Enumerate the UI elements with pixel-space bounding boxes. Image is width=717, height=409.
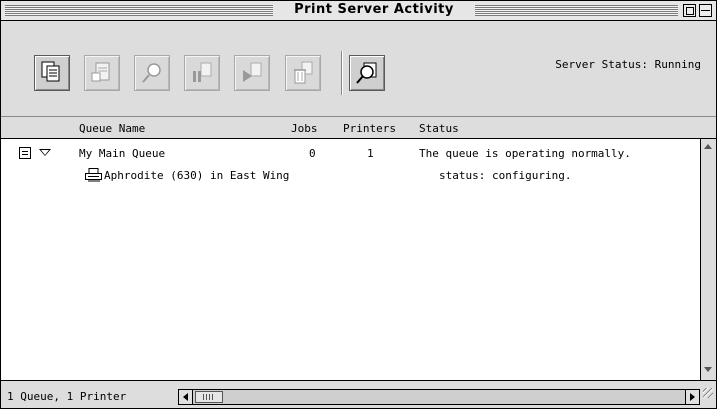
zoom-box-button[interactable] — [683, 4, 696, 17]
toolbar: Server Status: Running — [1, 21, 716, 117]
server-status-text: Server Status: Running — [555, 58, 701, 71]
title-bar-stripes — [5, 5, 273, 16]
queue-row[interactable]: My Main Queue 0 1 The queue is operating… — [1, 143, 700, 165]
queue-name: My Main Queue — [79, 147, 166, 160]
document-icon — [91, 62, 110, 82]
column-printers[interactable]: Printers — [343, 122, 396, 135]
resume-button[interactable] — [234, 55, 270, 91]
queue-jobs: 0 — [309, 147, 316, 160]
queue-list-icon — [19, 147, 31, 159]
title-bar[interactable]: Print Server Activity — [1, 1, 716, 21]
toolbar-separator — [341, 51, 343, 95]
queue-summary: 1 Queue, 1 Printer — [7, 390, 127, 403]
printer-row[interactable]: Aphrodite (630) in East Wing status: con… — [1, 165, 700, 187]
documents-icon — [41, 61, 60, 82]
play-icon — [243, 62, 262, 82]
magnifier-icon — [356, 62, 377, 84]
trash-icon — [294, 61, 313, 84]
horizontal-scrollbar[interactable] — [178, 389, 700, 405]
title-bar-stripes — [475, 5, 678, 16]
print-server-window: Print Server Activity Server Status: Run… — [0, 0, 717, 409]
scroll-left-button[interactable] — [179, 390, 193, 404]
bottom-bar: 1 Queue, 1 Printer — [1, 380, 716, 408]
column-queue-name[interactable]: Queue Name — [79, 122, 145, 135]
queue-printers: 1 — [367, 147, 374, 160]
column-header: Queue Name Jobs Printers Status — [1, 118, 716, 139]
delete-button[interactable] — [285, 55, 321, 91]
scroll-down-button[interactable] — [701, 362, 716, 377]
queue-status: The queue is operating normally. — [419, 147, 631, 160]
window-title: Print Server Activity — [294, 2, 454, 17]
disclosure-triangle-icon[interactable] — [39, 149, 51, 156]
queue-list[interactable]: My Main Queue 0 1 The queue is operating… — [1, 139, 700, 380]
new-queue-button[interactable] — [84, 55, 120, 91]
scroll-up-button[interactable] — [701, 139, 716, 154]
magnifier-icon — [142, 63, 161, 83]
down-arrow-icon — [704, 367, 712, 372]
column-status[interactable]: Status — [419, 122, 459, 135]
pause-icon — [193, 62, 212, 82]
printer-status: status: configuring. — [439, 169, 572, 182]
up-arrow-icon — [704, 144, 712, 149]
scroll-thumb[interactable] — [195, 391, 223, 403]
printer-name: Aphrodite (630) in East Wing — [104, 169, 290, 182]
resize-grip-icon[interactable] — [700, 381, 716, 407]
vertical-scrollbar[interactable] — [700, 139, 716, 380]
queue-info-button[interactable] — [34, 55, 70, 91]
monitor-button[interactable] — [349, 55, 385, 91]
find-button[interactable] — [134, 55, 170, 91]
printer-icon — [85, 168, 102, 182]
pause-button[interactable] — [184, 55, 220, 91]
collapse-box-button[interactable] — [699, 4, 712, 17]
scroll-right-button[interactable] — [685, 390, 699, 404]
column-jobs[interactable]: Jobs — [291, 122, 318, 135]
